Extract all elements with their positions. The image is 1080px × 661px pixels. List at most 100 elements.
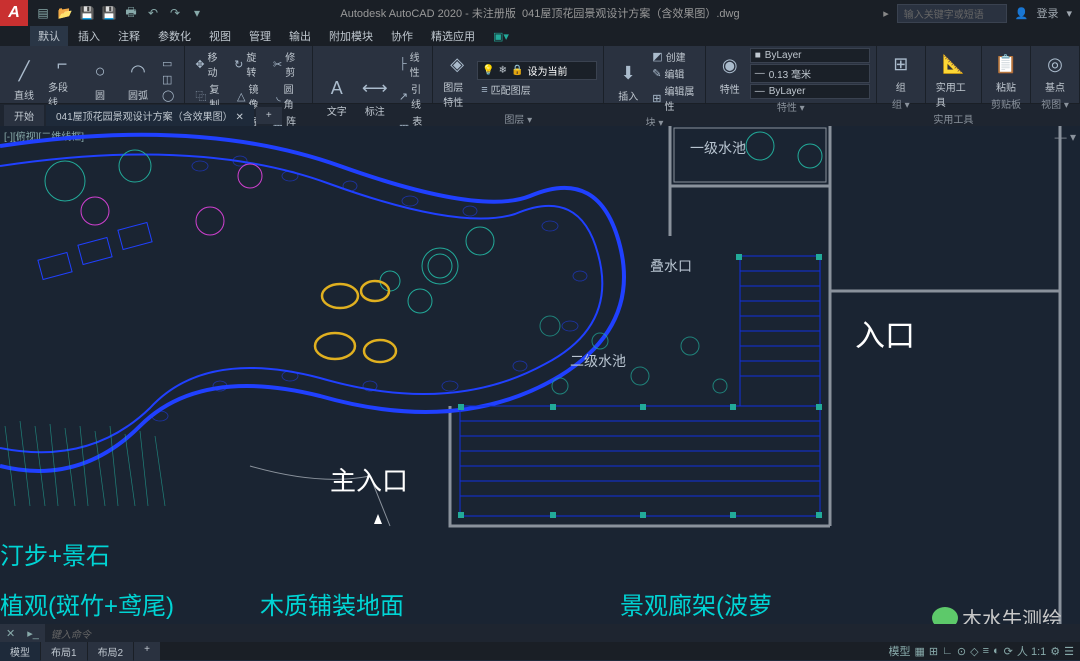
tab-output[interactable]: 输出 <box>281 26 319 46</box>
group-button[interactable]: ⊞组 <box>883 48 919 96</box>
rect-button[interactable]: ▭ <box>158 56 178 71</box>
lineweight-toggle-icon[interactable]: ≡ <box>983 645 989 657</box>
paste-button[interactable]: 📋粘贴 <box>988 48 1024 96</box>
leader-button[interactable]: ↗引线 <box>395 80 426 112</box>
qat-open-icon[interactable]: 📂 <box>56 4 74 22</box>
osnap-toggle-icon[interactable]: ◇ <box>970 645 978 658</box>
panel-layers-label[interactable]: 图层 ▾ <box>439 111 597 126</box>
annotation-scale-icon[interactable]: 人 1:1 <box>1017 643 1046 659</box>
move-button[interactable]: ✥移动 <box>191 48 228 80</box>
linetype-combo[interactable]: — ByLayer <box>750 84 870 99</box>
app-logo[interactable]: A <box>0 0 28 26</box>
rotate-icon: ↻ <box>234 58 243 71</box>
basepoint-icon: ◎ <box>1041 50 1069 78</box>
snap-toggle-icon[interactable]: ⊞ <box>929 645 938 658</box>
qat-redo-icon[interactable]: ↷ <box>166 4 184 22</box>
circle-button[interactable]: ○圆 <box>82 56 118 104</box>
ortho-toggle-icon[interactable]: ∟ <box>942 645 953 657</box>
tab-start[interactable]: 开始 <box>4 105 44 126</box>
insert-block-button[interactable]: ⬇插入 <box>610 57 646 105</box>
freeze-icon: ❄ <box>499 65 507 76</box>
text-icon: A <box>323 74 351 102</box>
dimension-icon: ⟷ <box>361 74 389 102</box>
ribbon-tabs: 默认 插入 注释 参数化 视图 管理 输出 附加模块 协作 精选应用 ▣▾ <box>0 26 1080 46</box>
label-pool2: 二级水池 <box>570 351 626 371</box>
color-combo[interactable]: ■ ByLayer <box>750 48 870 63</box>
arc-button[interactable]: ◠圆弧 <box>120 56 156 104</box>
panel-properties-label[interactable]: 特性 ▾ <box>712 99 870 114</box>
qat-save-icon[interactable]: 💾 <box>78 4 96 22</box>
match-layer-button[interactable]: ≡匹配图层 <box>477 81 534 98</box>
qat-plot-icon[interactable]: 🖶 <box>122 4 140 22</box>
model-space-button[interactable]: 模型 <box>889 643 911 659</box>
layer-props-button[interactable]: ◈图层特性 <box>439 48 475 111</box>
panel-block: ⬇插入 ◩创建 ✎编辑 ⊞编辑属性 块 ▾ <box>604 46 706 103</box>
tab-layout1[interactable]: 布局1 <box>41 642 87 661</box>
qat-dropdown-icon[interactable]: ▾ <box>188 4 206 22</box>
tab-insert[interactable]: 插入 <box>70 26 108 46</box>
qat-new-icon[interactable]: ▤ <box>34 4 52 22</box>
tab-layout2[interactable]: 布局2 <box>88 642 134 661</box>
dimension-button[interactable]: ⟷标注 <box>357 72 393 120</box>
panel-group-label[interactable]: 组 ▾ <box>883 96 919 111</box>
panel-properties: ◉特性 ■ ByLayer — 0.13 毫米 — ByLayer 特性 ▾ <box>706 46 877 103</box>
linear-button[interactable]: ├线性 <box>395 48 426 80</box>
move-icon: ✥ <box>195 58 204 71</box>
qat-undo-icon[interactable]: ↶ <box>144 4 162 22</box>
edit-block-button[interactable]: ✎编辑 <box>648 65 699 82</box>
properties-button[interactable]: ◉特性 <box>712 50 748 98</box>
panel-view-label[interactable]: 视图 ▾ <box>1037 96 1073 111</box>
cmd-prompt-icon[interactable]: ▸_ <box>21 627 45 640</box>
grid-toggle-icon[interactable]: ▦ <box>915 645 925 658</box>
polyline-button[interactable]: ⌐多段线 <box>44 48 80 111</box>
tab-addins[interactable]: 附加模块 <box>321 26 381 46</box>
tab-parametric[interactable]: 参数化 <box>150 26 199 46</box>
text-button[interactable]: A文字 <box>319 72 355 120</box>
polar-toggle-icon[interactable]: ⊙ <box>957 645 966 658</box>
tab-expand-icon[interactable]: ▣▾ <box>485 28 517 45</box>
rotate-button[interactable]: ↻旋转 <box>230 48 267 80</box>
transparency-toggle-icon[interactable]: ◐ <box>993 645 1000 657</box>
trim-button[interactable]: ✂修剪 <box>269 48 306 80</box>
group-icon: ⊞ <box>887 50 915 78</box>
titlebar-right: ▸ 输入关键字或短语 👤 登录 ▾ <box>883 4 1072 23</box>
command-input[interactable]: 键入命令 <box>45 624 1080 643</box>
layer-combo[interactable]: 💡❄🔒设为当前 <box>477 61 597 80</box>
tab-default[interactable]: 默认 <box>30 26 68 46</box>
tab-document[interactable]: 041屋顶花园景观设计方案（含效果图） ✕ <box>46 105 254 126</box>
measure-button[interactable]: 📐实用工具 <box>932 48 975 111</box>
basepoint-button[interactable]: ◎基点 <box>1037 48 1073 96</box>
user-icon[interactable]: 👤 <box>1015 7 1029 20</box>
tab-view[interactable]: 视图 <box>201 26 239 46</box>
create-block-button[interactable]: ◩创建 <box>648 48 699 65</box>
tab-manage[interactable]: 管理 <box>241 26 279 46</box>
lineweight-combo[interactable]: — 0.13 毫米 <box>750 64 870 83</box>
tab-add-layout[interactable]: + <box>134 642 160 661</box>
customize-icon[interactable]: ☰ <box>1064 645 1074 658</box>
rect-icon: ▭ <box>162 57 172 70</box>
tab-model[interactable]: 模型 <box>0 642 40 661</box>
workspace-icon[interactable]: ⚙ <box>1050 645 1060 658</box>
tab-annotate[interactable]: 注释 <box>110 26 148 46</box>
trim-icon: ✂ <box>273 58 282 71</box>
nav-controls[interactable]: — ▾ <box>1055 130 1076 144</box>
login-link[interactable]: 登录 <box>1036 5 1058 21</box>
qat-saveas-icon[interactable]: 💾 <box>100 4 118 22</box>
line-button[interactable]: ╱直线 <box>6 56 42 104</box>
edit-attr-button[interactable]: ⊞编辑属性 <box>648 82 699 114</box>
cmd-close-icon[interactable]: ✕ <box>0 627 21 640</box>
ellipse-button[interactable]: ◯ <box>158 88 178 103</box>
cycling-toggle-icon[interactable]: ⟳ <box>1004 645 1013 658</box>
create-icon: ◩ <box>652 50 662 63</box>
tab-collaborate[interactable]: 协作 <box>383 26 421 46</box>
tab-featured[interactable]: 精选应用 <box>423 26 483 46</box>
help-search-input[interactable]: 输入关键字或短语 <box>897 4 1007 23</box>
drawing-canvas[interactable]: [-][俯视][二维线框] <box>0 126 1080 624</box>
panel-draw: ╱直线 ⌐多段线 ○圆 ◠圆弧 ▭ ◫ ◯ 绘图 ▾ <box>0 46 185 103</box>
panel-clipboard-label: 剪贴板 <box>988 96 1024 111</box>
tab-new-button[interactable]: + <box>256 107 282 124</box>
hatch-button[interactable]: ◫ <box>158 72 178 87</box>
layer-props-icon: ◈ <box>443 50 471 78</box>
dropdown-icon[interactable]: ▾ <box>1066 7 1072 20</box>
statusbar: 模型 布局1 布局2 + 模型 ▦ ⊞ ∟ ⊙ ◇ ≡ ◐ ⟳ 人 1:1 ⚙ … <box>0 642 1080 660</box>
